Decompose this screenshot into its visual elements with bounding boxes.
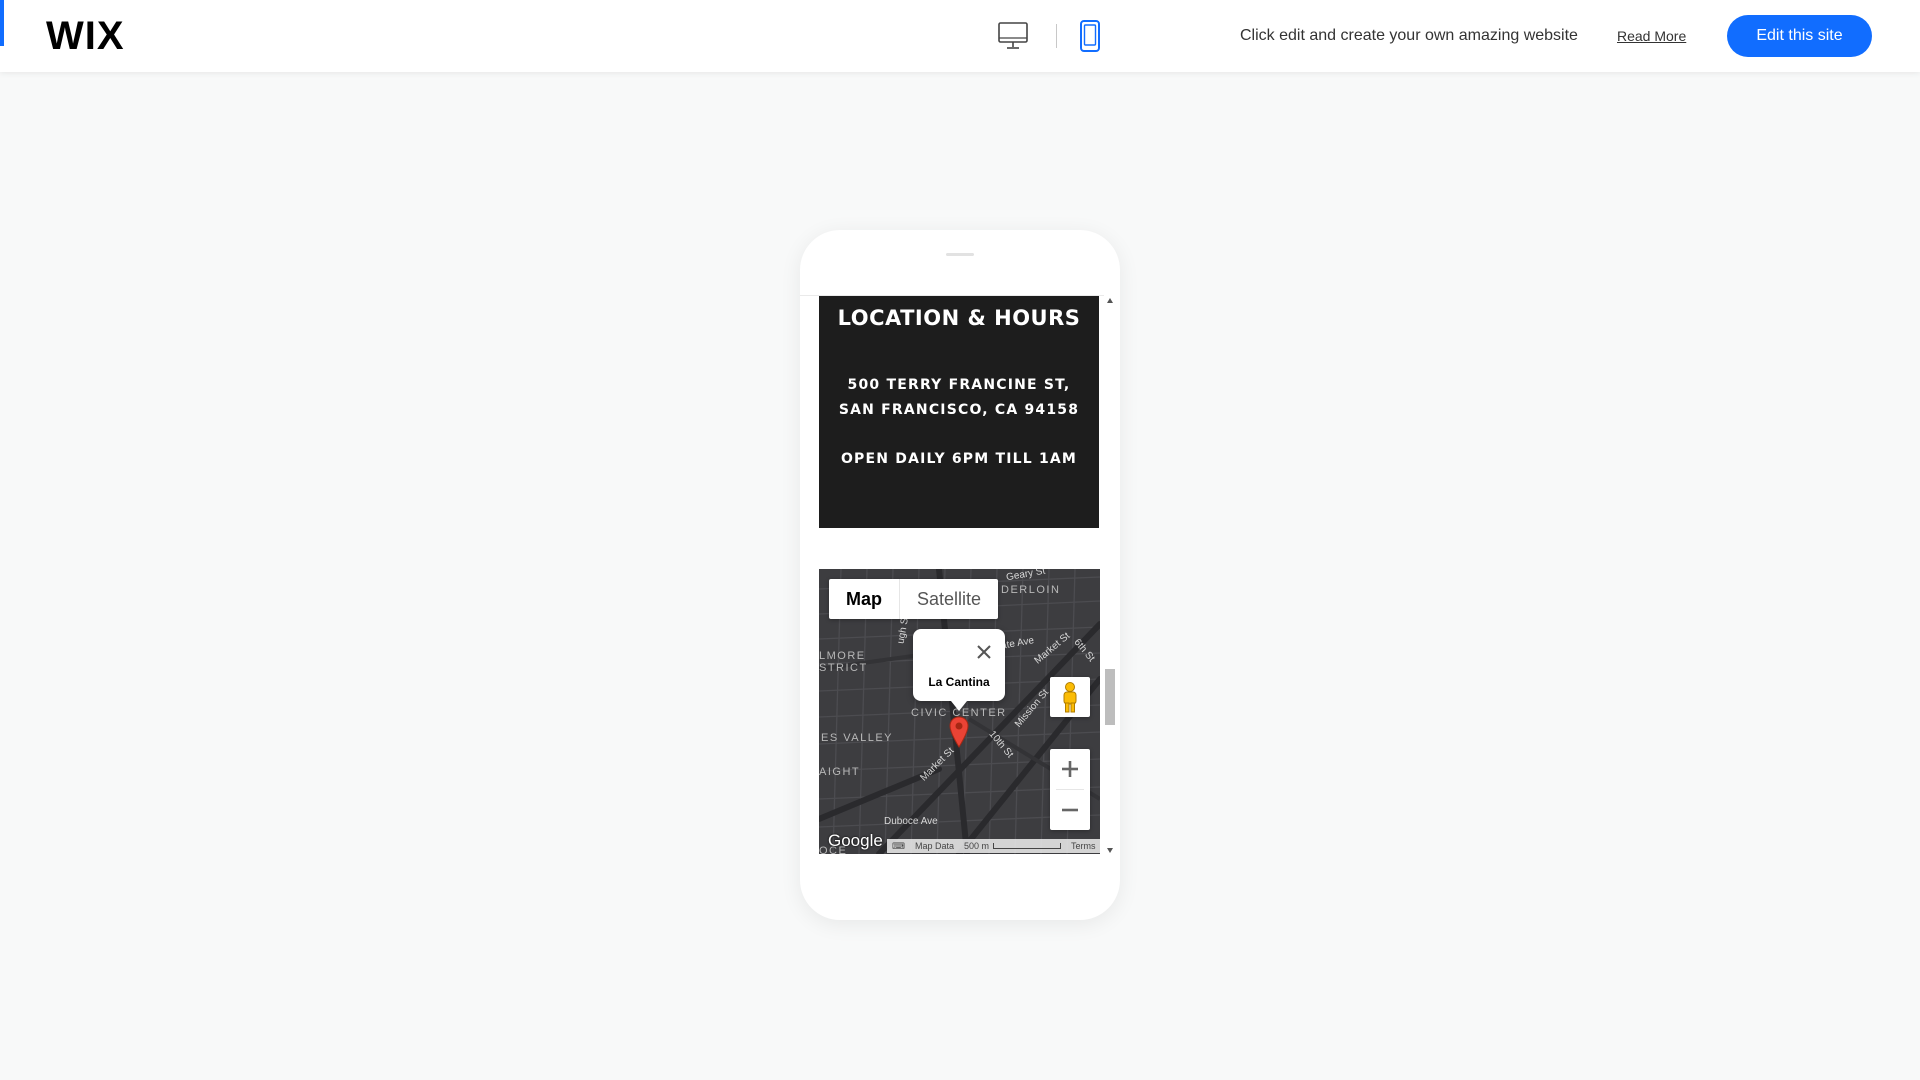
- wix-logo[interactable]: WIX: [46, 14, 125, 58]
- street-view-button[interactable]: [1050, 677, 1090, 717]
- close-icon: [977, 645, 991, 659]
- site-preview-screen[interactable]: LOCATION & HOURS 500 TERRY FRANCINE ST, …: [800, 295, 1104, 858]
- accent-bar: [0, 0, 4, 46]
- read-more-link[interactable]: Read More: [1617, 27, 1686, 45]
- map-label-hayes-valley: ES VALLEY: [821, 732, 893, 744]
- plus-icon: [1062, 761, 1078, 777]
- map-type-map-button[interactable]: Map: [829, 579, 900, 619]
- map-type-control: Map Satellite: [829, 579, 999, 619]
- phone-speaker: [946, 253, 974, 256]
- address: 500 TERRY FRANCINE ST, SAN FRANCISCO, CA…: [819, 373, 1099, 423]
- zoom-in-button[interactable]: [1050, 749, 1090, 789]
- zoom-out-button[interactable]: [1050, 790, 1090, 830]
- address-line-1: 500 TERRY FRANCINE ST,: [847, 377, 1071, 393]
- mobile-preview-frame: LOCATION & HOURS 500 TERRY FRANCINE ST, …: [800, 230, 1120, 920]
- map-label-tenderloin: DERLOIN: [1001, 584, 1061, 596]
- map-label-district: STRICT: [819, 662, 868, 674]
- google-logo: Google: [828, 831, 883, 850]
- map-label-haight: AIGHT: [819, 766, 861, 778]
- zoom-control: [1050, 749, 1090, 830]
- pegman-icon: [1063, 682, 1077, 713]
- section-title: LOCATION & HOURS: [837, 306, 1081, 330]
- minus-icon: [1062, 808, 1078, 812]
- view-toggle-divider: [1056, 24, 1057, 48]
- map-scale: 500 m: [959, 839, 1066, 853]
- top-bar: WIX Click edit and create your own amazi…: [0, 0, 1920, 72]
- map-terms-link[interactable]: Terms: [1066, 839, 1100, 853]
- map-data-link[interactable]: Map Data: [910, 839, 959, 853]
- location-hours-block: LOCATION & HOURS 500 TERRY FRANCINE ST, …: [819, 296, 1099, 528]
- map-scale-bar: [993, 843, 1062, 849]
- opening-hours: OPEN DAILY 6PM TILL 1AM: [840, 451, 1078, 467]
- address-line-2: SAN FRANCISCO, CA 94158: [838, 402, 1080, 418]
- map-label-fillmore: LMORE: [819, 650, 866, 662]
- promo-text: Click edit and create your own amazing w…: [1240, 27, 1578, 44]
- mobile-phone-icon: [1080, 20, 1100, 52]
- map-scale-label: 500 m: [964, 841, 990, 851]
- scrollbar-thumb[interactable]: [1105, 669, 1115, 725]
- keyboard-shortcuts-icon[interactable]: ⌨: [887, 839, 910, 853]
- desktop-view-button[interactable]: [996, 20, 1030, 52]
- map-attribution: ⌨ Map Data 500 m Terms: [887, 839, 1100, 853]
- edit-this-site-button[interactable]: Edit this site: [1727, 15, 1872, 57]
- mobile-view-button[interactable]: [1078, 18, 1102, 54]
- street-label-duboce: Duboce Ave: [884, 816, 938, 827]
- map-type-satellite-button[interactable]: Satellite: [900, 579, 998, 619]
- map-info-window: La Cantina: [913, 629, 1005, 711]
- info-place-label: La Cantina: [928, 675, 990, 689]
- desktop-monitor-icon: [998, 22, 1028, 49]
- preview-scrollbar[interactable]: [1104, 295, 1116, 857]
- scroll-up-arrow-icon[interactable]: [1106, 297, 1114, 305]
- google-map[interactable]: DERLOIN LMORE STRICT CIVIC CENTER ES VAL…: [819, 569, 1100, 854]
- map-pin-icon: [949, 716, 969, 748]
- map-pin[interactable]: [949, 716, 969, 748]
- scroll-down-arrow-icon[interactable]: [1106, 846, 1114, 854]
- info-close-button[interactable]: [973, 641, 995, 663]
